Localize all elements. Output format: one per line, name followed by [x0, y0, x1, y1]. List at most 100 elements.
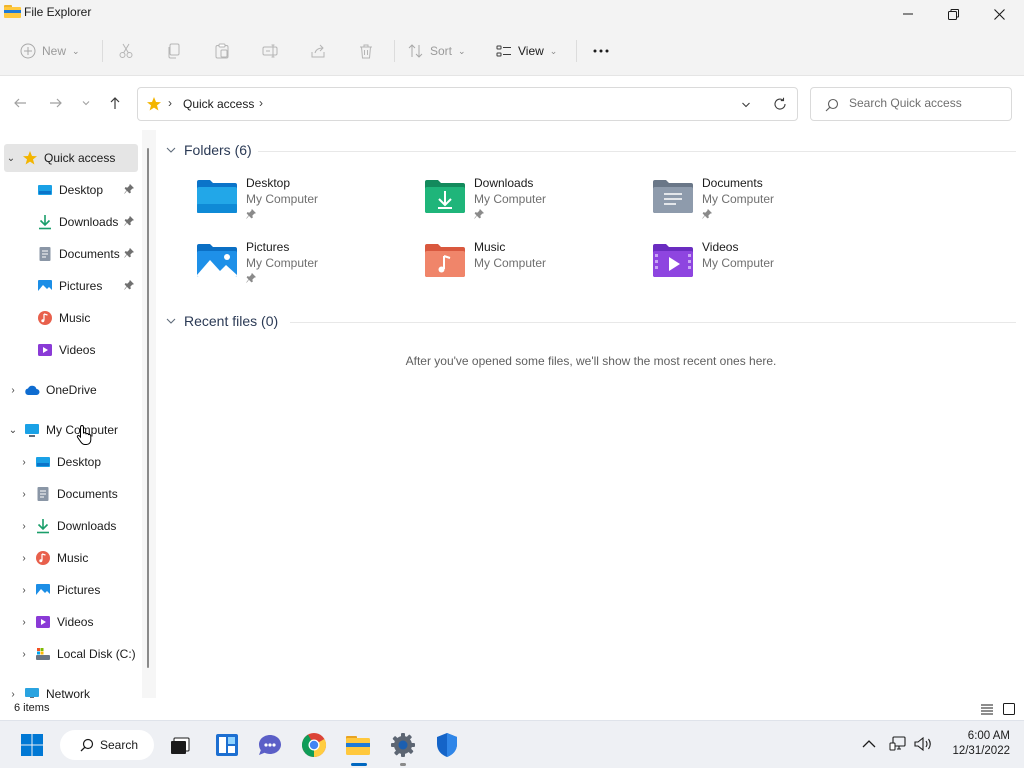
- chevron-right-icon[interactable]: ›: [17, 649, 31, 660]
- settings-button[interactable]: [388, 730, 418, 760]
- chevron-right-icon[interactable]: ›: [17, 585, 31, 596]
- rename-button[interactable]: [262, 38, 278, 64]
- breadcrumb-quick-access[interactable]: Quick access: [183, 97, 254, 111]
- file-explorer-taskbar-button[interactable]: [343, 730, 373, 760]
- chat-button[interactable]: [255, 730, 285, 760]
- address-bar[interactable]: › Quick access ›: [137, 87, 798, 121]
- more-options-button[interactable]: [592, 38, 610, 64]
- nav-network[interactable]: › Network: [6, 680, 138, 698]
- folder-music[interactable]: Music My Computer: [424, 240, 634, 296]
- tiles-view-icon[interactable]: [1002, 702, 1016, 716]
- close-button[interactable]: [976, 0, 1022, 28]
- chevron-right-icon[interactable]: ›: [6, 689, 20, 699]
- file-explorer-icon: [4, 5, 21, 18]
- nav-scrollbar-thumb[interactable]: [147, 148, 149, 668]
- folders-group-header[interactable]: Folders (6): [166, 142, 252, 158]
- nav-scrollbar[interactable]: [142, 130, 156, 698]
- nav-qa-music[interactable]: Music: [37, 304, 138, 332]
- delete-button[interactable]: [358, 38, 374, 64]
- chevron-down-icon[interactable]: [741, 100, 751, 110]
- nav-label: Videos: [57, 615, 94, 629]
- rename-icon: [262, 44, 278, 58]
- nav-pc-desktop[interactable]: › Desktop: [17, 448, 138, 476]
- chevron-right-icon[interactable]: ›: [17, 457, 31, 468]
- nav-my-computer[interactable]: ⌄ My Computer: [6, 416, 138, 444]
- document-icon: [37, 487, 49, 501]
- network-status-icon[interactable]: [889, 735, 907, 753]
- mouse-cursor-icon: [76, 424, 92, 445]
- nav-pc-music[interactable]: › Music: [17, 544, 138, 572]
- volume-icon[interactable]: [913, 735, 933, 753]
- folder-downloads[interactable]: Downloads My Computer: [424, 176, 634, 232]
- nav-qa-desktop[interactable]: Desktop: [37, 176, 138, 204]
- details-view-icon[interactable]: [980, 702, 994, 716]
- nav-onedrive[interactable]: › OneDrive: [6, 376, 138, 404]
- copy-button[interactable]: [166, 38, 182, 64]
- recent-group-header[interactable]: Recent files (0): [166, 313, 278, 329]
- taskbar-search[interactable]: Search: [60, 730, 154, 760]
- chevron-down-icon[interactable]: ⌄: [4, 153, 18, 164]
- forward-button[interactable]: [48, 95, 64, 111]
- nav-qa-videos[interactable]: Videos: [37, 336, 138, 364]
- task-view-icon: [171, 737, 190, 754]
- command-bar: New ⌄ Sort ⌄ View ⌄: [0, 26, 1024, 76]
- address-row: › Quick access ›: [0, 77, 1024, 129]
- toolbar-divider: [576, 40, 577, 62]
- nav-pc-downloads[interactable]: › Downloads: [17, 512, 138, 540]
- nav-label: Quick access: [44, 151, 116, 165]
- folder-desktop[interactable]: Desktop My Computer: [196, 176, 406, 232]
- nav-pc-videos[interactable]: › Videos: [17, 608, 138, 636]
- nav-qa-documents[interactable]: Documents: [37, 240, 138, 268]
- close-icon: [993, 8, 1005, 20]
- chevron-right-icon[interactable]: ›: [17, 617, 31, 628]
- recent-locations-button[interactable]: [78, 95, 94, 111]
- chevron-right-icon[interactable]: ›: [17, 521, 31, 532]
- chevron-right-icon[interactable]: ›: [17, 553, 31, 564]
- nav-qa-downloads[interactable]: Downloads: [37, 208, 138, 236]
- picture-icon: [38, 280, 52, 292]
- desktop-icon: [36, 457, 50, 467]
- desktop-folder-icon: [197, 180, 237, 213]
- search-box[interactable]: [810, 87, 1012, 121]
- search-input[interactable]: [849, 96, 999, 110]
- chrome-button[interactable]: [299, 730, 329, 760]
- minimize-button[interactable]: [885, 0, 931, 28]
- folder-documents[interactable]: Documents My Computer: [652, 176, 862, 232]
- widgets-button[interactable]: [212, 730, 242, 760]
- nav-pc-pictures[interactable]: › Pictures: [17, 576, 138, 604]
- system-clock[interactable]: 6:00 AM 12/31/2022: [940, 729, 1010, 759]
- active-app-indicator: [351, 763, 367, 766]
- chevron-up-icon[interactable]: [862, 738, 876, 750]
- new-button[interactable]: New ⌄: [20, 38, 80, 64]
- paste-button[interactable]: [214, 38, 230, 64]
- folder-pictures[interactable]: Pictures My Computer: [196, 240, 406, 296]
- desktop-icon: [38, 185, 52, 195]
- nav-pc-documents[interactable]: › Documents: [17, 480, 138, 508]
- chevron-right-icon[interactable]: ›: [17, 489, 31, 500]
- task-view-button[interactable]: [165, 730, 195, 760]
- folder-name: Documents: [702, 176, 763, 190]
- refresh-icon[interactable]: [773, 97, 787, 111]
- taskbar: Search 6:00 AM 12/31/2022: [0, 720, 1024, 768]
- share-button[interactable]: [310, 38, 326, 64]
- back-button[interactable]: [12, 95, 28, 111]
- picture-icon: [36, 584, 50, 596]
- search-icon: [825, 98, 839, 112]
- sort-button[interactable]: Sort ⌄: [408, 38, 466, 64]
- breadcrumb-separator-icon[interactable]: ›: [259, 96, 263, 110]
- nav-label: Network: [46, 687, 91, 698]
- restore-button[interactable]: [930, 0, 976, 28]
- nav-quick-access[interactable]: ⌄ Quick access: [4, 144, 138, 172]
- start-button[interactable]: [17, 730, 47, 760]
- chevron-down-icon[interactable]: ⌄: [6, 425, 20, 436]
- copy-icon: [168, 43, 180, 59]
- nav-pc-local-disk[interactable]: › Local Disk (C:): [17, 640, 138, 668]
- chevron-right-icon[interactable]: ›: [6, 385, 20, 396]
- folder-videos[interactable]: Videos My Computer: [652, 240, 862, 296]
- up-button[interactable]: [107, 95, 123, 111]
- nav-qa-pictures[interactable]: Pictures: [37, 272, 138, 300]
- cut-button[interactable]: [118, 38, 134, 64]
- view-button[interactable]: View ⌄: [496, 38, 557, 64]
- folder-name: Downloads: [474, 176, 534, 190]
- security-button[interactable]: [432, 730, 462, 760]
